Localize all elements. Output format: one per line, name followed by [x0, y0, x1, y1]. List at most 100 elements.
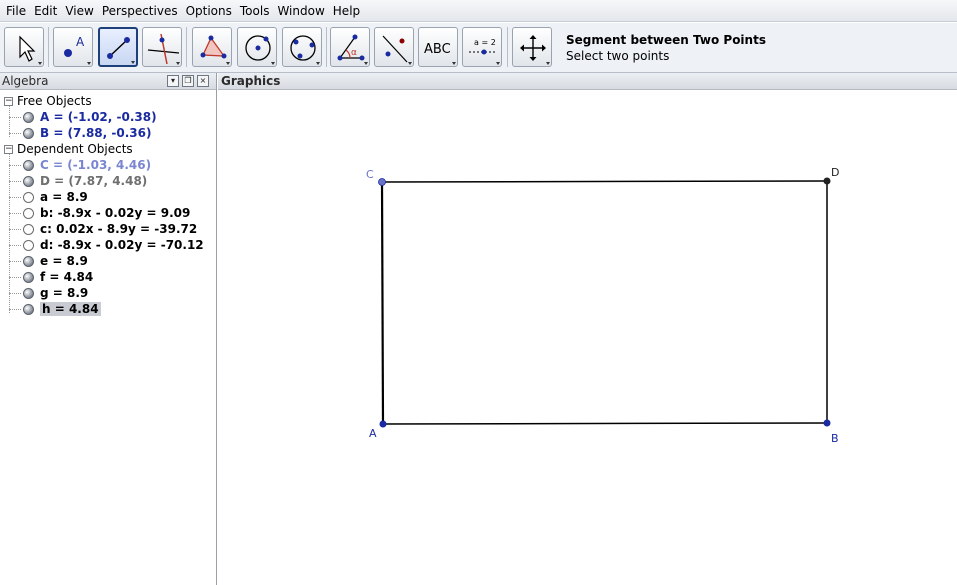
tool-help-title: Segment between Two Points: [566, 33, 766, 47]
point-c[interactable]: [378, 178, 386, 186]
collapse-icon[interactable]: −: [4, 96, 13, 106]
segment-icon: [107, 37, 135, 64]
move-arrows-icon: [520, 35, 550, 65]
toolbar-separator: [326, 27, 327, 67]
object-definition: f = 4.84: [40, 270, 94, 284]
point-d-label: D: [831, 166, 839, 179]
algebra-item[interactable]: A = (-1.02, -0.38): [9, 109, 157, 125]
move-graphics-view-tool-button[interactable]: [512, 27, 552, 67]
svg-text:ABC: ABC: [424, 42, 451, 57]
segment-a[interactable]: [382, 422, 828, 425]
object-definition: d: -8.9x - 0.02y = -70.12: [40, 238, 204, 252]
menu-edit[interactable]: Edit: [30, 0, 61, 22]
visibility-toggle-icon[interactable]: [23, 191, 34, 203]
new-point-tool-button[interactable]: A: [53, 27, 93, 67]
visibility-toggle-icon[interactable]: [23, 239, 34, 251]
panel-menu-icon[interactable]: ▾: [167, 75, 179, 87]
text-tool-button[interactable]: ABC: [418, 27, 458, 67]
algebra-item[interactable]: b: -8.9x - 0.02y = 9.09: [9, 205, 190, 221]
segment-tool-button[interactable]: [98, 27, 138, 67]
toolbar: A α ABC a = 2 Segment between Two Points…: [0, 23, 957, 73]
algebra-item-selected[interactable]: h = 4.84: [9, 301, 101, 317]
folder-free-objects[interactable]: − Free Objects: [4, 93, 92, 109]
point-a[interactable]: [379, 420, 387, 428]
algebra-item[interactable]: B = (7.88, -0.36): [9, 125, 151, 141]
menu-view[interactable]: View: [61, 0, 97, 22]
circle-with-center-icon: [245, 35, 275, 65]
visibility-toggle-icon[interactable]: [23, 111, 34, 123]
algebra-view-title: Algebra: [2, 74, 49, 88]
move-tool-button[interactable]: [4, 27, 44, 67]
svg-text:α: α: [351, 48, 357, 58]
visibility-toggle-icon[interactable]: [23, 127, 34, 139]
object-definition: b: -8.9x - 0.02y = 9.09: [40, 206, 191, 220]
menu-file[interactable]: File: [2, 0, 30, 22]
visibility-toggle-icon[interactable]: [23, 303, 34, 315]
menu-help[interactable]: Help: [329, 0, 364, 22]
visibility-toggle-icon[interactable]: [23, 255, 34, 267]
polygon-tool-button[interactable]: [192, 27, 232, 67]
object-definition: e = 8.9: [40, 254, 88, 268]
visibility-toggle-icon[interactable]: [23, 207, 34, 219]
visibility-toggle-icon[interactable]: [23, 159, 34, 171]
menu-perspectives[interactable]: Perspectives: [98, 0, 182, 22]
algebra-item[interactable]: d: -8.9x - 0.02y = -70.12: [9, 237, 204, 253]
folder-dependent-objects[interactable]: − Dependent Objects: [4, 141, 133, 157]
object-definition: g = 8.9: [40, 286, 89, 300]
cursor-arrow-icon: [19, 35, 42, 65]
algebra-item[interactable]: f = 4.84: [9, 269, 93, 285]
graphics-view-header: Graphics: [218, 73, 957, 90]
circle-tool-button[interactable]: [237, 27, 277, 67]
angle-tool-button[interactable]: α: [330, 27, 370, 67]
svg-text:a = 2: a = 2: [474, 38, 496, 47]
visibility-toggle-icon[interactable]: [23, 287, 34, 299]
visibility-toggle-icon[interactable]: [23, 271, 34, 283]
geogebra-window: File Edit View Perspectives Options Tool…: [0, 0, 957, 585]
graphics-view-title: Graphics: [221, 74, 281, 88]
point-icon: A: [64, 35, 91, 65]
perpendicular-line-tool-button[interactable]: [142, 27, 182, 67]
tool-help-description: Select two points: [566, 49, 670, 63]
circle-through-points-tool-button[interactable]: [282, 27, 322, 67]
object-definition: c: 0.02x - 8.9y = -39.72: [40, 222, 198, 236]
object-definition: D = (7.87, 4.48): [40, 174, 148, 188]
object-definition: C = (-1.03, 4.46): [40, 158, 152, 172]
visibility-toggle-icon[interactable]: [23, 223, 34, 235]
menu-window[interactable]: Window: [273, 0, 328, 22]
point-c-label: C: [366, 168, 374, 181]
slider-tool-button[interactable]: a = 2: [462, 27, 502, 67]
close-panel-icon[interactable]: ×: [197, 75, 209, 87]
drawing-pad[interactable]: A B C D: [218, 91, 957, 585]
object-definition: h = 4.84: [40, 302, 101, 316]
algebra-item[interactable]: e = 8.9: [9, 253, 88, 269]
point-b[interactable]: [823, 419, 831, 427]
perpendicular-line-icon: [147, 33, 180, 65]
graphics-canvas[interactable]: A B C D: [218, 91, 957, 585]
toolbar-separator: [186, 27, 187, 67]
algebra-item[interactable]: g = 8.9: [9, 285, 88, 301]
slider-icon: a = 2: [469, 38, 500, 65]
graphics-view: Graphics A B C D: [218, 73, 957, 585]
algebra-view-header: Algebra ▾ ❐ ×: [0, 73, 216, 90]
point-d[interactable]: [823, 177, 831, 185]
menu-tools[interactable]: Tools: [236, 0, 274, 22]
angle-icon: α: [337, 34, 368, 65]
algebra-item[interactable]: a = 8.9: [9, 189, 88, 205]
menu-options[interactable]: Options: [182, 0, 236, 22]
visibility-toggle-icon[interactable]: [23, 175, 34, 187]
point-a-label: A: [369, 427, 377, 440]
segment-e[interactable]: [380, 181, 385, 425]
circle-three-points-icon: [290, 35, 320, 65]
collapse-icon[interactable]: −: [4, 144, 13, 154]
object-definition: B = (7.88, -0.36): [40, 126, 152, 140]
toolbar-separator: [48, 27, 49, 67]
algebra-item[interactable]: D = (7.87, 4.48): [9, 173, 147, 189]
object-definition: a = 8.9: [40, 190, 88, 204]
text-icon: ABC: [424, 42, 456, 65]
segment-g[interactable]: [381, 180, 828, 183]
folder-label: Dependent Objects: [17, 142, 133, 156]
algebra-item[interactable]: C = (-1.03, 4.46): [9, 157, 151, 173]
undock-panel-icon[interactable]: ❐: [182, 75, 194, 87]
algebra-item[interactable]: c: 0.02x - 8.9y = -39.72: [9, 221, 197, 237]
reflect-tool-button[interactable]: [374, 27, 414, 67]
